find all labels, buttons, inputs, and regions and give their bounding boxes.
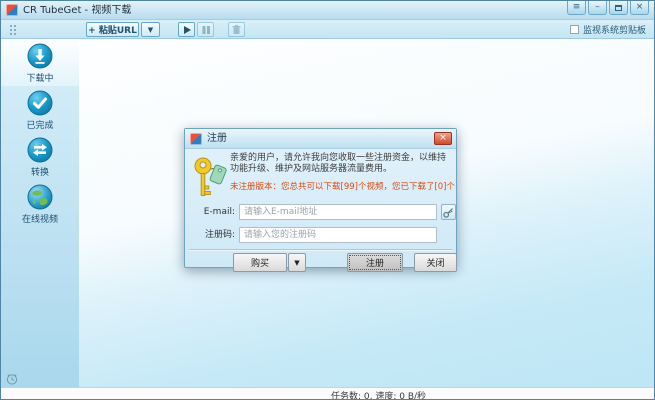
email-label: E-mail:	[187, 204, 235, 220]
check-icon	[27, 90, 53, 116]
chevron-down-icon: ▼	[148, 26, 153, 34]
pause-button[interactable]	[197, 22, 214, 37]
dialog-warning: 未注册版本：您总共可以下载[99]个视频，您已下载了[0]个	[230, 180, 455, 192]
close-icon: ×	[636, 3, 644, 12]
key-icon	[443, 207, 454, 218]
maximize-icon	[615, 5, 622, 11]
statusbar: 任务数: 0, 速度: 0 B/秒	[1, 387, 654, 400]
sidebar-item-label: 转换	[31, 165, 49, 178]
paste-url-dropdown-button[interactable]: ▼	[141, 22, 160, 37]
play-icon	[182, 25, 192, 35]
clock-icon	[6, 373, 18, 385]
dialog-close-button[interactable]: ×	[434, 132, 452, 145]
buy-button[interactable]: 购买	[233, 253, 287, 272]
globe-icon	[27, 184, 53, 210]
start-button[interactable]	[178, 22, 195, 37]
sidebar: 下载中 已完成 转换 在线视频	[1, 39, 79, 391]
trash-icon	[231, 24, 242, 35]
registration-dialog: 注册 × 亲爱的用户，请允许我向您收取一些注册资金，以维持功能升级、维护及网站服…	[184, 128, 457, 268]
buy-dropdown-button[interactable]: ▼	[288, 253, 306, 272]
toolbar: + 粘贴URL ▼ 监视系统剪贴板	[1, 20, 654, 39]
dialog-close-action-button[interactable]: 关闭	[414, 253, 457, 272]
dialog-titlebar: 注册 ×	[185, 129, 456, 149]
convert-icon	[27, 137, 53, 163]
download-icon	[27, 43, 53, 69]
clipboard-checkbox[interactable]	[570, 25, 579, 34]
minimize-icon: –	[595, 3, 600, 12]
close-icon: ×	[439, 133, 447, 143]
titlebar: CR TubeGet - 视频下载 ≡ – ×	[1, 1, 654, 20]
delete-button[interactable]	[228, 22, 245, 37]
status-text: 任务数: 0, 速度: 0 B/秒	[331, 389, 426, 400]
clipboard-monitor-option[interactable]: 监视系统剪贴板	[570, 23, 646, 36]
email-input[interactable]	[239, 204, 437, 220]
dialog-separator	[189, 249, 452, 251]
dialog-title: 注册	[207, 129, 227, 149]
sidebar-item-downloading[interactable]: 下载中	[1, 39, 79, 86]
registration-code-label: 注册码:	[187, 227, 235, 243]
key-tag-icon	[193, 155, 229, 203]
toolbar-grip-icon[interactable]	[9, 24, 18, 35]
menu-button[interactable]: ≡	[567, 1, 586, 15]
chevron-down-icon: ▼	[294, 259, 299, 267]
sidebar-item-label: 在线视频	[22, 212, 58, 225]
sidebar-item-label: 下载中	[26, 71, 53, 84]
maximize-button[interactable]	[609, 1, 628, 15]
clipboard-checkbox-label: 监视系统剪贴板	[583, 23, 646, 36]
sidebar-item-convert[interactable]: 转换	[1, 133, 79, 180]
menu-icon: ≡	[573, 3, 581, 12]
sidebar-item-label: 已完成	[26, 118, 53, 131]
dialog-icon	[190, 133, 202, 145]
paste-url-button[interactable]: + 粘贴URL	[86, 22, 139, 37]
sidebar-item-online-video[interactable]: 在线视频	[1, 180, 79, 227]
register-button[interactable]: 注册	[347, 253, 403, 272]
app-window: CR TubeGet - 视频下载 ≡ – × + 粘贴URL ▼ 监视系统剪贴…	[0, 0, 655, 400]
sidebar-item-completed[interactable]: 已完成	[1, 86, 79, 133]
window-controls: ≡ – ×	[567, 1, 649, 15]
license-key-button[interactable]	[441, 204, 456, 220]
dialog-body: 亲爱的用户，请允许我向您收取一些注册资金，以维持功能升级、维护及网站服务器流量费…	[185, 149, 456, 269]
dialog-message: 亲爱的用户，请允许我向您收取一些注册资金，以维持功能升级、维护及网站服务器流量费…	[230, 153, 452, 175]
close-button[interactable]: ×	[630, 1, 649, 15]
app-icon	[6, 4, 18, 16]
minimize-button[interactable]: –	[588, 1, 607, 15]
window-title: CR TubeGet - 视频下载	[23, 1, 131, 20]
pause-icon	[201, 25, 211, 35]
registration-code-input[interactable]	[239, 227, 437, 243]
